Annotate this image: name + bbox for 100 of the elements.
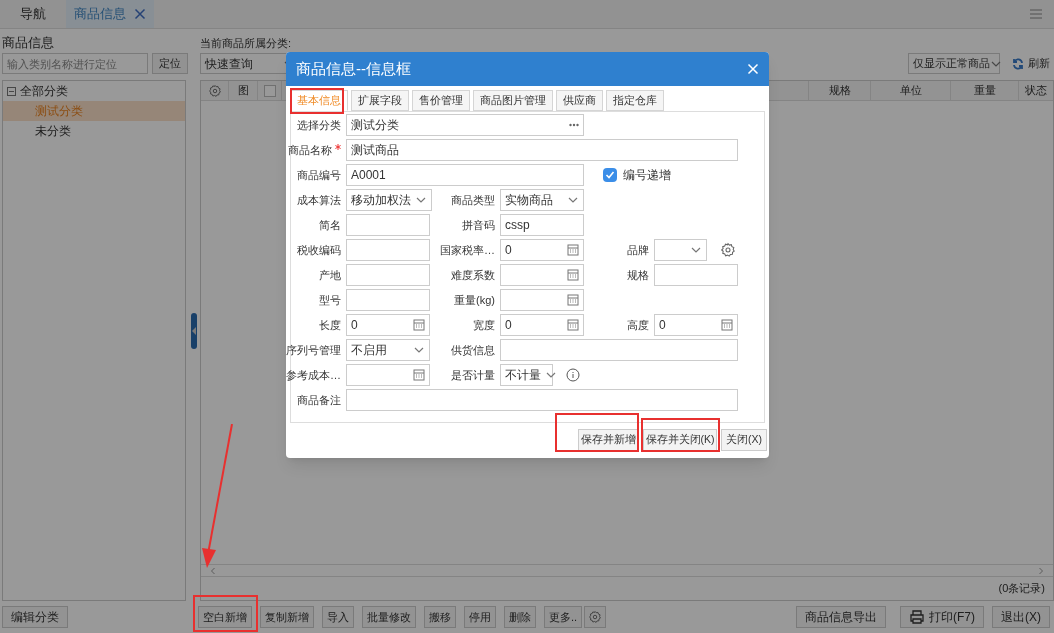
scroll-left-icon[interactable] (209, 566, 217, 575)
input-field[interactable]: A0001 (346, 164, 584, 186)
dialog-button[interactable]: 保存并新增 (578, 429, 638, 451)
calculator-icon[interactable] (413, 319, 425, 331)
settings-icon[interactable] (207, 83, 222, 98)
number-field[interactable] (500, 289, 584, 311)
tree-item[interactable]: 未分类 (3, 121, 185, 141)
scroll-right-icon[interactable] (1037, 566, 1045, 575)
edit-category-button[interactable]: 编辑分类 (2, 606, 68, 628)
toolbar-button[interactable]: 停用 (464, 606, 496, 628)
field-label: 是否计量 (451, 367, 495, 383)
refresh-button[interactable]: 刷新 (1012, 55, 1050, 72)
toolbar-button[interactable]: 导入 (322, 606, 354, 628)
locate-button[interactable]: 定位 (152, 53, 188, 74)
form-tab[interactable]: 售价管理 (412, 90, 470, 111)
field-label: 供货信息 (451, 342, 495, 358)
settings-icon[interactable] (588, 610, 603, 624)
number-field[interactable]: 0 (500, 239, 584, 261)
field-label: 商品编号 (297, 167, 341, 183)
page-tab[interactable]: 导航 (0, 0, 66, 28)
calculator-icon[interactable] (413, 369, 425, 381)
calculator-icon[interactable] (567, 319, 579, 331)
checkmark-icon (605, 170, 615, 180)
form-tab[interactable]: 扩展字段 (351, 90, 409, 111)
field-label: 序列号管理 (286, 342, 341, 358)
refresh-icon (1012, 57, 1024, 70)
field-label: 长度 (319, 317, 341, 333)
input-field[interactable] (500, 339, 738, 361)
field-value: cssp (505, 217, 531, 233)
number-field[interactable]: 0 (346, 314, 430, 336)
toolbar-button[interactable]: 批量修改 (362, 606, 416, 628)
input-field[interactable] (346, 264, 430, 286)
dropdown-select[interactable] (654, 239, 707, 261)
toolbar-button[interactable]: 退出(X) (992, 606, 1050, 628)
input-field[interactable] (346, 389, 738, 411)
dropdown-select[interactable]: 不计量 (500, 364, 553, 386)
input-field[interactable] (346, 214, 430, 236)
column-header: 重量 (973, 83, 996, 99)
field-value: 测试商品 (351, 142, 400, 158)
input-field[interactable] (346, 239, 430, 261)
number-field[interactable] (346, 364, 430, 386)
input-field[interactable]: 测试商品 (346, 139, 738, 161)
field-value: 测试分类 (351, 117, 400, 133)
field-label: 税收编码 (297, 242, 341, 258)
toolbar-button[interactable]: 商品信息导出 (796, 606, 886, 628)
number-field[interactable]: 0 (654, 314, 738, 336)
filter-select[interactable]: 仅显示正常商品 (908, 53, 1000, 74)
field-value: 不计量 (505, 367, 541, 383)
category-label: 当前商品所属分类: (200, 36, 293, 51)
info-icon[interactable] (566, 368, 580, 382)
input-field[interactable]: cssp (500, 214, 584, 236)
field-value: 0 (659, 317, 667, 333)
field-label: 品牌 (627, 242, 649, 258)
settings-icon[interactable] (720, 242, 736, 258)
highlight-frame (193, 595, 258, 632)
toolbar-button[interactable]: 删除 (504, 606, 536, 628)
form-tab[interactable]: 指定仓库 (606, 90, 664, 111)
toolbar-button[interactable]: 搬移 (424, 606, 456, 628)
toolbar-button[interactable]: 复制新增 (260, 606, 314, 628)
dropdown-select[interactable]: 实物商品 (500, 189, 584, 211)
select-all-checkbox[interactable] (263, 84, 276, 97)
calculator-icon[interactable] (567, 269, 579, 281)
menu-icon[interactable] (1030, 8, 1042, 20)
tree-item[interactable]: 全部分类 (3, 81, 185, 101)
toolbar-button[interactable]: 打印(F7) (900, 606, 984, 628)
search-field[interactable]: 输入类别名称进行定位 (2, 53, 148, 74)
dialog-button[interactable]: 保存并关闭(K) (643, 429, 717, 451)
number-field[interactable] (500, 264, 584, 286)
ellipsis-icon[interactable] (569, 123, 579, 127)
panel-title: 商品信息 (1, 34, 55, 51)
field-label: 规格 (627, 267, 649, 283)
dropdown-select[interactable]: 移动加权法 (346, 189, 432, 211)
toolbar-button[interactable]: 更多.. (544, 606, 583, 628)
calculator-icon[interactable] (721, 319, 733, 331)
field-label: 商品备注 (297, 392, 341, 408)
field-value: 不启用 (351, 342, 388, 358)
dropdown-select[interactable]: 不启用 (346, 339, 430, 361)
input-field[interactable] (654, 264, 738, 286)
calculator-icon[interactable] (567, 244, 579, 256)
field-label: 国家税率… (440, 242, 495, 258)
field-value: 0 (351, 317, 359, 333)
checkbox[interactable] (603, 168, 617, 182)
category-picker[interactable]: 测试分类 (346, 114, 584, 136)
dialog-button[interactable]: 关闭(X) (721, 429, 767, 451)
field-label: 高度 (627, 317, 649, 333)
number-field[interactable]: 0 (500, 314, 584, 336)
horizontal-scrollbar[interactable] (201, 564, 1053, 576)
toolbar-button[interactable]: 空白新增 (198, 606, 252, 628)
collapse-icon[interactable] (7, 86, 16, 96)
calculator-icon[interactable] (567, 294, 579, 306)
input-field[interactable] (346, 289, 430, 311)
close-icon[interactable] (134, 8, 146, 20)
field-label: 选择分类 (297, 117, 341, 133)
column-header: 规格 (828, 83, 851, 99)
column-header: 图 (237, 83, 249, 99)
highlight-frame (290, 88, 344, 114)
form-tab[interactable]: 供应商 (556, 90, 603, 111)
field-label: 商品类型 (451, 192, 495, 208)
collapse-handle[interactable] (191, 313, 197, 349)
form-tab[interactable]: 商品图片管理 (473, 90, 553, 111)
